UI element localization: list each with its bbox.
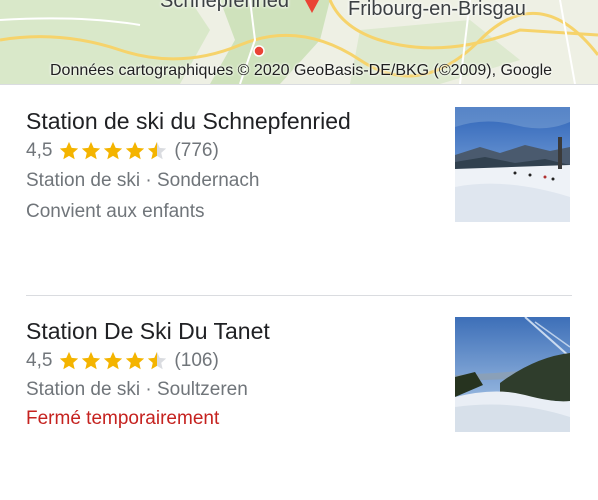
rating-stars xyxy=(58,350,168,372)
map-label-city: Fribourg-en-Brisgau xyxy=(348,0,526,20)
map-pin-icon[interactable] xyxy=(304,0,320,14)
star-icon xyxy=(60,351,79,370)
result-card-tanet[interactable]: Station De Ski Du Tanet 4,5 (106) Statio… xyxy=(0,310,598,460)
rating-value: 4,5 xyxy=(26,350,53,371)
review-count[interactable]: (106) xyxy=(174,350,218,372)
map-preview[interactable]: Schnepfenried Fribourg-en-Brisgau Donnée… xyxy=(0,0,598,84)
result-extra: Convient aux enfants xyxy=(26,201,205,222)
closed-status: Fermé temporairement xyxy=(26,408,220,429)
rating-stars xyxy=(58,140,168,162)
map-dot-icon[interactable] xyxy=(253,45,265,57)
star-icon xyxy=(104,351,123,370)
review-count[interactable]: (776) xyxy=(174,140,218,162)
rating-row: 4,5 (776) xyxy=(26,140,219,162)
rating-value: 4,5 xyxy=(26,140,53,161)
star-icon xyxy=(104,141,123,160)
map-divider xyxy=(0,84,598,85)
ski-slope-photo-schnepfenried[interactable] xyxy=(455,107,570,222)
star-icon xyxy=(82,141,101,160)
result-meta: Station de ski · Sondernach xyxy=(26,170,260,191)
star-icon xyxy=(82,351,101,370)
rating-row: 4,5 (106) xyxy=(26,350,219,372)
result-meta: Station de ski · Soultzeren xyxy=(26,379,248,400)
result-separator xyxy=(26,295,572,296)
star-icon xyxy=(148,351,167,370)
star-icon xyxy=(126,351,145,370)
ski-slope-photo-tanet[interactable] xyxy=(455,317,570,432)
map-credit: Données cartographiques © 2020 GeoBasis-… xyxy=(50,62,553,79)
map-label-place: Schnepfenried xyxy=(160,0,289,12)
result-title[interactable]: Station De Ski Du Tanet xyxy=(26,318,270,345)
result-title[interactable]: Station de ski du Schnepfenried xyxy=(26,108,351,135)
star-icon xyxy=(126,141,145,160)
star-icon xyxy=(148,141,167,160)
star-icon xyxy=(60,141,79,160)
result-card-schnepfenried[interactable]: Station de ski du Schnepfenried 4,5 (776… xyxy=(0,100,598,250)
